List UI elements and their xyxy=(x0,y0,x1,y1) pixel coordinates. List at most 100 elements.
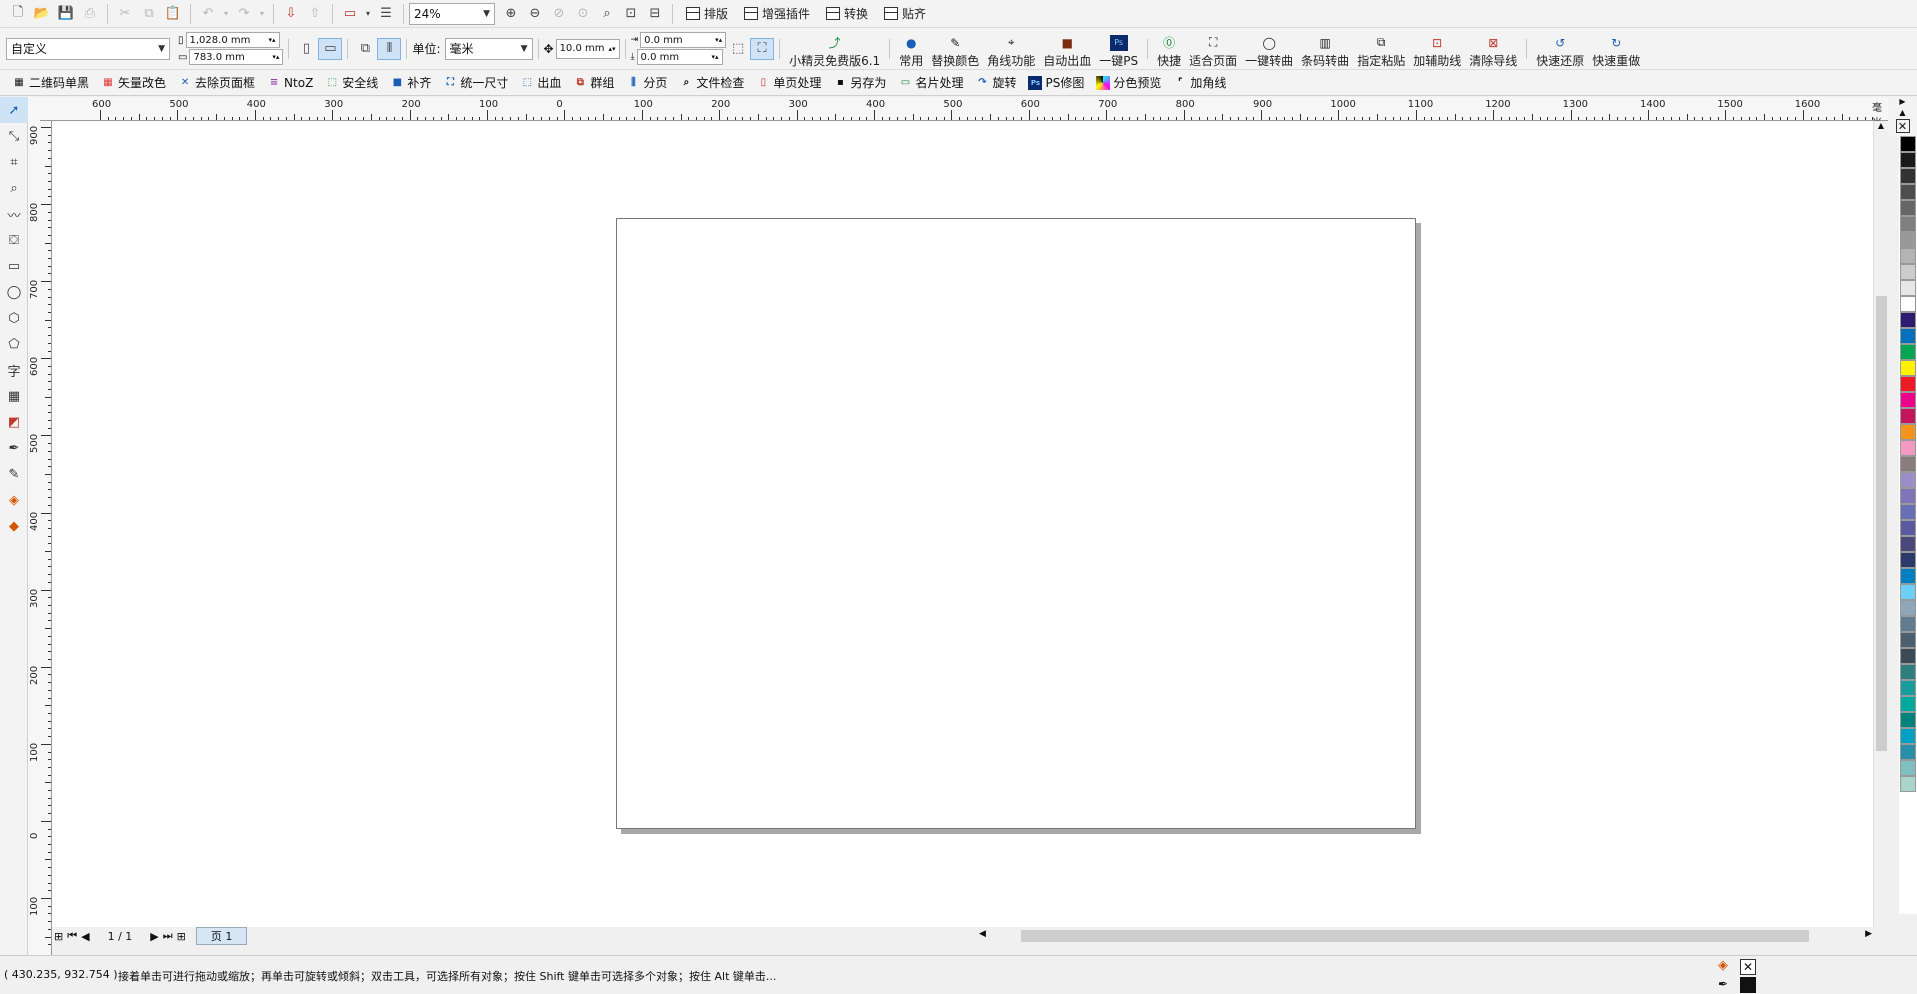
color-swatch[interactable] xyxy=(1900,360,1916,376)
vertical-scroll-thumb[interactable] xyxy=(1876,296,1887,751)
plugin-tool-7[interactable]: ⬚ 出血 xyxy=(514,71,567,95)
add-page-after-icon[interactable]: ⊞ xyxy=(177,930,186,943)
color-swatch[interactable] xyxy=(1900,424,1916,440)
outline-black-swatch-icon[interactable] xyxy=(1740,977,1756,993)
color-swatch[interactable] xyxy=(1900,600,1916,616)
plugin-button-9[interactable]: ▥ 条码转曲 xyxy=(1297,29,1353,69)
vertical-scrollbar[interactable]: ▲ xyxy=(1873,121,1888,927)
units-select[interactable]: 毫米 ▼ xyxy=(444,37,533,60)
portrait-icon[interactable]: ▯ xyxy=(294,38,318,60)
open-icon[interactable]: 📂 xyxy=(30,3,54,25)
color-swatch[interactable] xyxy=(1900,536,1916,552)
page-frame-icon[interactable]: ⛶ xyxy=(750,37,775,60)
color-swatch[interactable] xyxy=(1900,760,1916,776)
scroll-up-icon[interactable]: ▲ xyxy=(1874,121,1888,133)
basic-shapes-tool-icon[interactable]: ⬠ xyxy=(0,331,28,357)
menu-enhance-plugin[interactable]: 增强插件 xyxy=(736,3,818,25)
last-page-icon[interactable]: ⏭ xyxy=(163,929,173,943)
color-swatch[interactable] xyxy=(1900,504,1916,520)
publish-pdf-icon[interactable]: ▭ xyxy=(338,3,362,25)
menu-convert[interactable]: 转换 xyxy=(818,3,876,25)
palette-scroll-up-icon[interactable]: ▲ xyxy=(1899,108,1905,117)
undo-icon[interactable]: ↶ xyxy=(196,3,220,25)
color-swatch[interactable] xyxy=(1900,744,1916,760)
plugin-tool-3[interactable]: ≡ NtoZ xyxy=(261,71,319,95)
next-page-icon[interactable]: ▶ xyxy=(150,930,158,943)
plugin-tool-2[interactable]: ✕ 去除页面框 xyxy=(172,71,261,95)
color-swatch[interactable] xyxy=(1900,408,1916,424)
plugin-button-13[interactable]: ↺ 快速还原 xyxy=(1532,29,1588,69)
eyedropper-tool-icon[interactable]: ✒ xyxy=(0,435,28,461)
scroll-left-icon[interactable]: ◀ xyxy=(979,929,986,939)
plugin-tool-9[interactable]: ⫼ 分页 xyxy=(620,71,673,95)
plugin-tool-0[interactable]: ▦ 二维码单黑 xyxy=(6,71,95,95)
color-swatch[interactable] xyxy=(1900,568,1916,584)
smart-fill-tool-icon[interactable]: ⛋ xyxy=(0,227,28,253)
plugin-tool-11[interactable]: ▯ 单页处理 xyxy=(750,71,827,95)
color-swatch[interactable] xyxy=(1900,520,1916,536)
plugin-tool-4[interactable]: ⬚ 安全线 xyxy=(319,71,384,95)
plugin-tool-5[interactable]: ■ 补齐 xyxy=(384,71,437,95)
table-tool-icon[interactable]: ▦ xyxy=(0,383,28,409)
text-tool-icon[interactable]: 字 xyxy=(0,357,28,383)
export-icon[interactable]: ⇧ xyxy=(303,3,327,25)
cut-icon[interactable]: ✂ xyxy=(113,3,137,25)
interactive-fill-tool-icon[interactable]: ◆ xyxy=(0,513,28,539)
plugin-button-10[interactable]: ⧉ 指定粘贴 xyxy=(1353,29,1409,69)
color-swatch[interactable] xyxy=(1900,552,1916,568)
horizontal-scroll-thumb[interactable] xyxy=(1021,930,1809,942)
outline-pen-tool-icon[interactable]: ✎ xyxy=(0,461,28,487)
redo-dropdown-icon[interactable]: ▾ xyxy=(256,3,268,25)
zoom-all-icon[interactable]: ⊙ xyxy=(571,3,595,25)
zoom-out-icon[interactable]: ⊖ xyxy=(523,3,547,25)
page-preset-select[interactable]: 自定义 ▼ xyxy=(6,37,170,60)
color-swatch[interactable] xyxy=(1900,152,1916,168)
paste-icon[interactable]: 📋 xyxy=(161,3,185,25)
color-swatch[interactable] xyxy=(1900,488,1916,504)
copy-icon[interactable]: ⧉ xyxy=(137,3,161,25)
scroll-right-icon[interactable]: ▶ xyxy=(1865,929,1872,939)
color-swatch[interactable] xyxy=(1900,216,1916,232)
color-swatch[interactable] xyxy=(1900,456,1916,472)
color-swatch[interactable] xyxy=(1900,280,1916,296)
crop-tool-icon[interactable]: ⌗ xyxy=(0,149,28,175)
plugin-button-0[interactable]: ⤴ 小精灵免费版6.1 xyxy=(785,29,884,69)
color-swatch[interactable] xyxy=(1900,184,1916,200)
treat-as-filled-icon[interactable]: ⬚ xyxy=(726,38,750,60)
add-page-icon[interactable]: ⊞ xyxy=(54,930,63,943)
landscape-icon[interactable]: ▭ xyxy=(318,37,343,60)
plugin-tool-15[interactable]: Ps PS修图 xyxy=(1022,71,1090,95)
polygon-tool-icon[interactable]: ⬡ xyxy=(0,305,28,331)
color-swatch[interactable] xyxy=(1900,248,1916,264)
color-swatch[interactable] xyxy=(1900,584,1916,600)
color-swatch[interactable] xyxy=(1900,616,1916,632)
menu-layout[interactable]: 排版 xyxy=(678,3,736,25)
vertical-ruler[interactable]: 900 800 700 600 500 400 300 200 100 0 100 xyxy=(28,121,52,955)
color-swatch[interactable] xyxy=(1900,680,1916,696)
plugin-button-3[interactable]: ⌖ 角线功能 xyxy=(983,29,1039,69)
page-height-field[interactable]: 783.0 mm ▾▴ xyxy=(189,49,284,65)
plugin-button-8[interactable]: ◯ 一键转曲 xyxy=(1241,29,1297,69)
duplicate-y-field[interactable]: 0.0 mm ▾▴ xyxy=(636,49,723,65)
color-swatch[interactable] xyxy=(1900,168,1916,184)
no-color-swatch-icon[interactable]: ✕ xyxy=(1895,119,1910,133)
color-swatch[interactable] xyxy=(1900,376,1916,392)
color-swatch[interactable] xyxy=(1900,440,1916,456)
color-swatch[interactable] xyxy=(1900,648,1916,664)
plugin-tool-17[interactable]: ⌜ 加角线 xyxy=(1167,71,1232,95)
color-swatch[interactable] xyxy=(1900,632,1916,648)
plugin-button-14[interactable]: ↻ 快速重做 xyxy=(1588,29,1644,69)
all-pages-icon[interactable]: ⧉ xyxy=(353,38,377,60)
color-swatch[interactable] xyxy=(1900,232,1916,248)
color-swatch[interactable] xyxy=(1900,392,1916,408)
first-page-icon[interactable]: ⏮ xyxy=(67,929,77,943)
plugin-button-6[interactable]: ⓪ 快捷 xyxy=(1153,29,1185,69)
plugin-button-4[interactable]: ■ 自动出血 xyxy=(1039,29,1095,69)
color-swatch[interactable] xyxy=(1900,312,1916,328)
nudge-distance-field[interactable]: 10.0 mm ▴▾ xyxy=(555,38,620,59)
prev-page-icon[interactable]: ◀ xyxy=(81,930,89,943)
plugin-button-7[interactable]: ⛶ 适合页面 xyxy=(1185,29,1241,69)
current-page-icon[interactable]: ⫴ xyxy=(377,37,402,60)
palette-menu-icon[interactable]: ▶ xyxy=(1899,97,1905,106)
color-swatch[interactable] xyxy=(1900,728,1916,744)
